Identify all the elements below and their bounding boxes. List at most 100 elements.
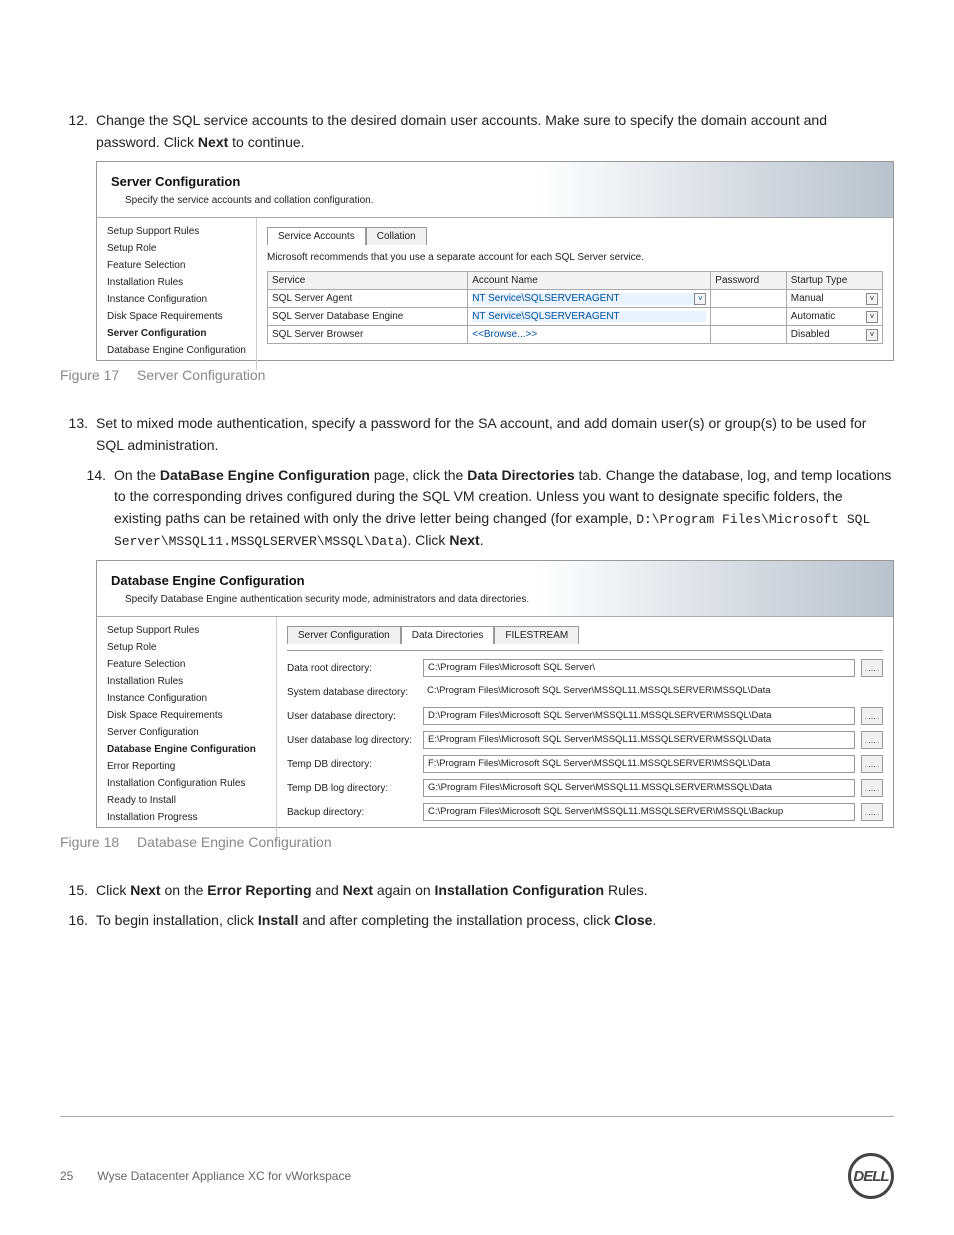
directory-row: Temp DB directory:F:\Program Files\Micro… <box>287 755 883 773</box>
chevron-down-icon[interactable]: ˅ <box>866 311 878 323</box>
fig17-side-item[interactable]: Server Configuration <box>107 328 246 339</box>
fig18-subtitle: Specify Database Engine authentication s… <box>111 594 529 605</box>
startup-type-cell[interactable]: Automatic˅ <box>786 308 882 326</box>
fig18-tab[interactable]: FILESTREAM <box>494 626 579 644</box>
fig17-side-item[interactable]: Database Engine Configuration <box>107 345 246 356</box>
step-15-num: 15. <box>60 880 88 902</box>
service-cell: SQL Server Browser <box>268 326 468 344</box>
directory-path-input[interactable]: D:\Program Files\Microsoft SQL Server\MS… <box>423 707 855 725</box>
fig17-subtitle: Specify the service accounts and collati… <box>111 195 373 206</box>
figure-18-screenshot: Database Engine Configuration Specify Da… <box>96 560 894 828</box>
fig17-side-item[interactable]: Feature Selection <box>107 260 246 271</box>
directory-path-input[interactable]: E:\Program Files\Microsoft SQL Server\MS… <box>423 731 855 749</box>
fig17-side-item[interactable]: Instance Configuration <box>107 294 246 305</box>
fig17-side-item[interactable]: Setup Role <box>107 243 246 254</box>
fig17-note: Microsoft recommends that you use a sepa… <box>267 252 883 263</box>
startup-type-cell[interactable]: Manual˅ <box>786 290 882 308</box>
account-name-cell[interactable]: NT Service\SQLSERVERAGENT˅ <box>468 290 711 308</box>
s15-h: Installation Configuration <box>435 882 605 898</box>
s14-c: page, click the <box>370 467 467 483</box>
doc-title: Wyse Datacenter Appliance XC for vWorksp… <box>97 1169 351 1183</box>
s15-f: Next <box>343 882 373 898</box>
s14-h: . <box>480 532 484 548</box>
directory-row: Temp DB log directory:G:\Program Files\M… <box>287 779 883 797</box>
browse-button[interactable]: ... <box>861 731 883 749</box>
step-13: 13. Set to mixed mode authentication, sp… <box>60 413 894 456</box>
directory-path-input[interactable]: F:\Program Files\Microsoft SQL Server\MS… <box>423 755 855 773</box>
fig17-side-item[interactable]: Installation Rules <box>107 277 246 288</box>
fig18-side-item[interactable]: Installation Configuration Rules <box>107 778 266 789</box>
password-cell[interactable] <box>711 290 786 308</box>
directory-row: User database directory: D:\Program Files… <box>287 707 883 725</box>
fig18-tab[interactable]: Data Directories <box>401 626 495 644</box>
password-cell[interactable] <box>711 326 786 344</box>
browse-button[interactable]: ... <box>861 707 883 725</box>
fig17-col-header: Password <box>711 272 786 290</box>
s16-e: . <box>652 912 656 928</box>
s15-c: on the <box>161 882 208 898</box>
directory-label: User database log directory: <box>287 735 417 746</box>
fig18-tabs: Server ConfigurationData DirectoriesFILE… <box>287 625 883 643</box>
fig18-right-pane: Server ConfigurationData DirectoriesFILE… <box>277 617 893 837</box>
s14-d: Data Directories <box>467 467 574 483</box>
s14-a: On the <box>114 467 160 483</box>
startup-type-cell[interactable]: Disabled˅ <box>786 326 882 344</box>
s15-b: Next <box>130 882 160 898</box>
browse-button[interactable]: ... <box>861 803 883 821</box>
chevron-down-icon[interactable]: ˅ <box>866 293 878 305</box>
s15-e: and <box>312 882 343 898</box>
fig17-side-item[interactable]: Disk Space Requirements <box>107 311 246 322</box>
fig18-header: Database Engine Configuration Specify Da… <box>97 561 893 617</box>
fig18-side-item[interactable]: Installation Rules <box>107 676 266 687</box>
s16-d: Close <box>614 912 652 928</box>
fig17-col-header: Service <box>268 272 468 290</box>
directory-label: Backup directory: <box>287 807 417 818</box>
account-name-cell[interactable]: NT Service\SQLSERVERAGENT <box>468 308 711 326</box>
directory-label: Data root directory: <box>287 663 417 674</box>
fig18-side-item[interactable]: Disk Space Requirements <box>107 710 266 721</box>
fig18-tab[interactable]: Server Configuration <box>287 626 401 644</box>
s15-i: Rules. <box>604 882 648 898</box>
table-row: SQL Server AgentNT Service\SQLSERVERAGEN… <box>268 290 883 308</box>
fig17-right-pane: Service Accounts Collation Microsoft rec… <box>257 218 893 370</box>
step-13-text: Set to mixed mode authentication, specif… <box>96 413 894 456</box>
s14-f: ). Click <box>403 532 450 548</box>
directory-row: User database log directory: E:\Program F… <box>287 731 883 749</box>
step-15: 15. Click Next on the Error Reporting an… <box>60 880 894 902</box>
fig18-side-item[interactable]: Error Reporting <box>107 761 266 772</box>
step-12-num: 12. <box>60 110 88 153</box>
s16-a: To begin installation, click <box>96 912 258 928</box>
fig18-side-item[interactable]: Instance Configuration <box>107 693 266 704</box>
fig18-side-item[interactable]: Database Engine Configuration <box>107 744 266 755</box>
tab-collation[interactable]: Collation <box>366 227 427 245</box>
step-12: 12. Change the SQL service accounts to t… <box>60 110 894 153</box>
fig18-side-item[interactable]: Installation Progress <box>107 812 266 823</box>
fig18-side-item[interactable]: Setup Support Rules <box>107 625 266 636</box>
directory-label: User database directory: <box>287 711 417 722</box>
s16-b: Install <box>258 912 298 928</box>
chevron-down-icon[interactable]: ˅ <box>694 293 706 305</box>
step-16-num: 16. <box>60 910 88 932</box>
service-cell: SQL Server Agent <box>268 290 468 308</box>
password-cell[interactable] <box>711 308 786 326</box>
step-12-text-c: to continue. <box>228 134 304 150</box>
directory-path-input[interactable]: G:\Program Files\Microsoft SQL Server\MS… <box>423 779 855 797</box>
account-name-cell[interactable]: <<Browse...>> <box>468 326 711 344</box>
browse-button[interactable]: ... <box>861 755 883 773</box>
tab-service-accounts[interactable]: Service Accounts <box>267 227 366 245</box>
fig18-sidebar: Setup Support Rules Setup Role Feature Sel… <box>97 617 277 837</box>
fig18-side-item[interactable]: Server Configuration <box>107 727 266 738</box>
s15-d: Error Reporting <box>207 882 311 898</box>
directory-path-input[interactable]: C:\Program Files\Microsoft SQL Server\MS… <box>423 803 855 821</box>
fig18-side-item[interactable]: Ready to Install <box>107 795 266 806</box>
chevron-down-icon[interactable]: ˅ <box>866 329 878 341</box>
step-12-next: Next <box>198 134 228 150</box>
s14-g: Next <box>449 532 479 548</box>
browse-button[interactable]: ... <box>861 779 883 797</box>
browse-button[interactable]: ... <box>861 659 883 677</box>
fig18-side-item[interactable]: Setup Role <box>107 642 266 653</box>
step-14-num: 14. <box>78 465 106 553</box>
fig17-side-item[interactable]: Setup Support Rules <box>107 226 246 237</box>
directory-path-input[interactable]: C:\Program Files\Microsoft SQL Server\ <box>423 659 855 677</box>
fig18-side-item[interactable]: Feature Selection <box>107 659 266 670</box>
